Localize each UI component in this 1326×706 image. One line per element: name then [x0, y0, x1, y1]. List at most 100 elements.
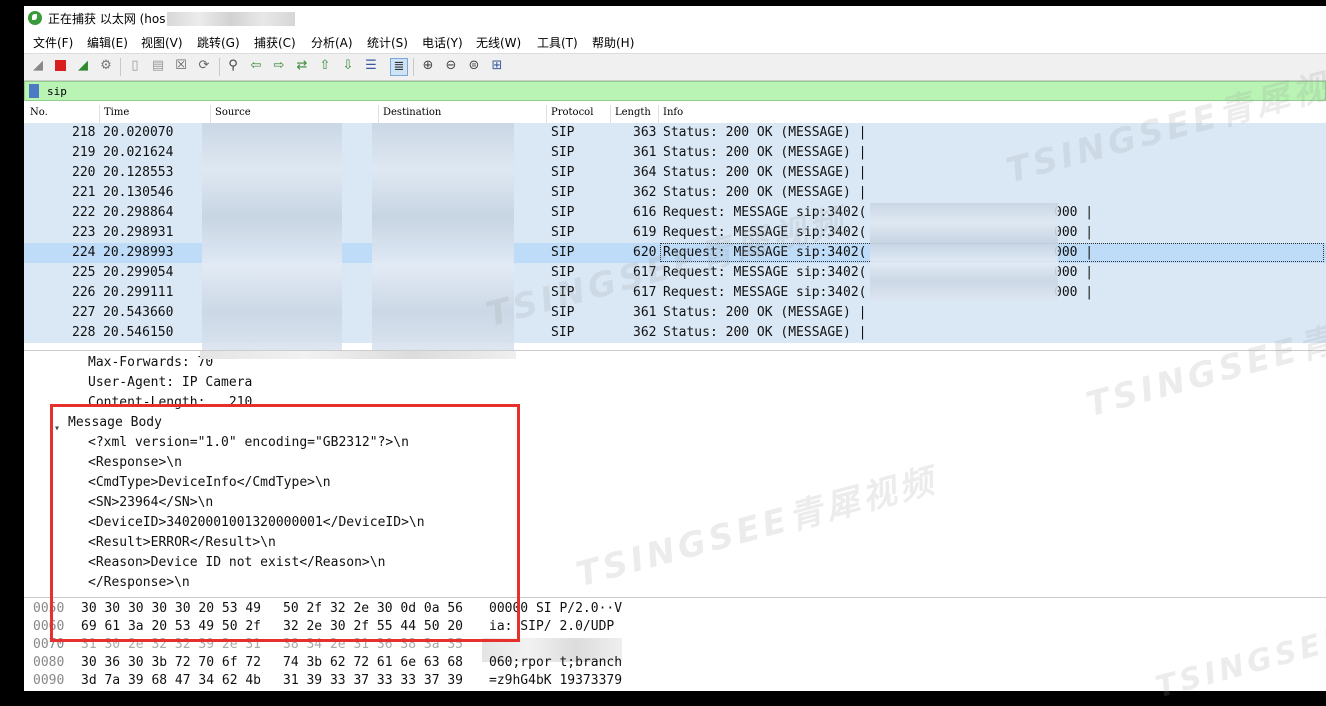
menu-go[interactable]: 跳转(G) — [197, 34, 240, 51]
packet-time: 20.299054 — [103, 265, 174, 280]
packet-protocol: SIP — [551, 325, 575, 340]
header-max-forwards[interactable]: Max-Forwards: 70 — [88, 355, 213, 370]
bytes-row[interactable]: 0090 3d 7a 39 68 47 34 62 4b 31 39 33 37… — [24, 672, 1326, 690]
bytes-ascii: =z9hG4bK 19373379 — [489, 673, 623, 688]
first-packet-icon[interactable]: ⇧ — [317, 58, 333, 74]
packet-info: Status: 200 OK (MESSAGE) | — [663, 145, 867, 160]
packet-protocol: SIP — [551, 205, 575, 220]
packet-length: 362 — [633, 325, 657, 340]
menu-capture[interactable]: 捕获(C) — [254, 34, 296, 51]
packet-time: 20.021624 — [103, 145, 174, 160]
packet-time: 20.298993 — [103, 245, 174, 260]
wireshark-app-icon — [28, 11, 42, 25]
column-separator[interactable] — [610, 105, 611, 123]
open-file-icon[interactable]: ▯ — [127, 58, 143, 74]
packet-time: 20.298931 — [103, 225, 174, 240]
window-title: 正在捕获 以太网 (hos — [48, 12, 166, 26]
packet-time: 20.546150 — [103, 325, 174, 340]
packet-no: 226 — [72, 285, 96, 300]
menu-tools[interactable]: 工具(T) — [537, 34, 578, 51]
last-packet-icon[interactable]: ⇩ — [340, 58, 356, 74]
colorize-icon[interactable]: ≣ — [390, 58, 408, 76]
menu-statistics[interactable]: 统计(S) — [367, 34, 408, 51]
resize-columns-icon[interactable]: ⊞ — [489, 58, 505, 74]
packet-length: 363 — [633, 125, 657, 140]
shark-fin-icon[interactable]: ◢ — [30, 58, 46, 74]
packet-no: 225 — [72, 265, 96, 280]
bytes-hex-left: 30 36 30 3b 72 70 6f 72 — [81, 655, 262, 670]
packet-length: 362 — [633, 185, 657, 200]
packet-protocol: SIP — [551, 185, 575, 200]
forward-icon[interactable]: ⇨ — [271, 58, 287, 74]
menu-help[interactable]: 帮助(H) — [592, 34, 634, 51]
filter-bookmark-icon[interactable] — [29, 84, 39, 98]
stop-icon[interactable] — [52, 58, 68, 74]
packet-protocol: SIP — [551, 145, 575, 160]
display-filter-bar — [24, 81, 1326, 101]
menu-wireless[interactable]: 无线(W) — [476, 34, 521, 51]
column-length[interactable]: Length — [615, 107, 651, 118]
auto-scroll-icon[interactable]: ☰ — [363, 58, 379, 74]
bytes-offset: 0080 — [33, 655, 65, 670]
column-separator[interactable] — [210, 105, 211, 123]
packet-length: 616 — [633, 205, 657, 220]
column-separator[interactable] — [378, 105, 379, 123]
column-time[interactable]: Time — [104, 107, 129, 118]
left-black-strip — [0, 0, 24, 690]
packet-no: 221 — [72, 185, 96, 200]
packet-time: 20.298864 — [103, 205, 174, 220]
header-user-agent[interactable]: User-Agent: IP Camera — [88, 375, 252, 390]
bytes-row[interactable]: 0080 30 36 30 3b 72 70 6f 72 74 3b 62 72… — [24, 654, 1326, 672]
packet-info: Status: 200 OK (MESSAGE) | — [663, 125, 867, 140]
back-icon[interactable]: ⇦ — [248, 58, 264, 74]
column-source[interactable]: Source — [215, 107, 251, 118]
save-file-icon[interactable]: ▤ — [150, 58, 166, 74]
packet-no: 222 — [72, 205, 96, 220]
go-to-packet-icon[interactable]: ⇄ — [294, 58, 310, 74]
menu-telephony[interactable]: 电话(Y) — [422, 34, 463, 51]
packet-info: Status: 200 OK (MESSAGE) | — [663, 325, 867, 340]
packet-info-tail: 000 | — [1054, 225, 1094, 240]
title-bar: 正在捕获 以太网 (hos — [24, 0, 1326, 30]
packet-length: 364 — [633, 165, 657, 180]
close-file-icon[interactable]: ☒ — [173, 58, 189, 74]
info-uri-redacted — [870, 203, 1058, 301]
bytes-hex-right: 31 39 33 37 33 33 37 39 — [283, 673, 464, 688]
menu-edit[interactable]: 编辑(E) — [87, 34, 128, 51]
zoom-out-icon[interactable]: ⊖ — [443, 58, 459, 74]
packet-info: Request: MESSAGE sip:3402( — [663, 285, 867, 300]
column-protocol[interactable]: Protocol — [551, 107, 593, 118]
column-separator[interactable] — [99, 105, 100, 123]
wireshark-window: 正在捕获 以太网 (hos 文件(F) 编辑(E) 视图(V) 跳转(G) 捕获… — [0, 0, 1326, 705]
column-no[interactable]: No. — [30, 107, 48, 118]
normal-size-icon[interactable]: ⊜ — [466, 58, 482, 74]
packet-no: 218 — [72, 125, 96, 140]
restart-icon[interactable]: ◢ — [75, 58, 91, 74]
packet-length: 361 — [633, 145, 657, 160]
menu-bar: 文件(F) 编辑(E) 视图(V) 跳转(G) 捕获(C) 分析(A) 统计(S… — [24, 30, 1326, 52]
reload-icon[interactable]: ⟳ — [196, 58, 212, 74]
column-separator[interactable] — [658, 105, 659, 123]
packet-info: Status: 200 OK (MESSAGE) | — [663, 305, 867, 320]
zoom-in-icon[interactable]: ⊕ — [420, 58, 436, 74]
packet-no: 228 — [72, 325, 96, 340]
display-filter-input[interactable] — [47, 83, 647, 99]
menu-file[interactable]: 文件(F) — [33, 34, 73, 51]
toolbar-separator — [413, 58, 414, 76]
packet-no: 219 — [72, 145, 96, 160]
packet-no: 223 — [72, 225, 96, 240]
packet-info-tail: 000 | — [1054, 285, 1094, 300]
packet-protocol: SIP — [551, 165, 575, 180]
title-redacted-area — [167, 12, 295, 26]
packet-no: 220 — [72, 165, 96, 180]
options-gear-icon[interactable]: ⚙ — [98, 58, 114, 74]
menu-analyze[interactable]: 分析(A) — [311, 34, 353, 51]
find-icon[interactable]: ⚲ — [225, 58, 241, 74]
column-info[interactable]: Info — [663, 107, 683, 118]
bytes-offset: 0090 — [33, 673, 65, 688]
column-destination[interactable]: Destination — [383, 107, 441, 118]
annotation-highlight-box — [50, 404, 520, 642]
column-separator[interactable] — [546, 105, 547, 123]
menu-view[interactable]: 视图(V) — [141, 34, 183, 51]
packet-no: 227 — [72, 305, 96, 320]
